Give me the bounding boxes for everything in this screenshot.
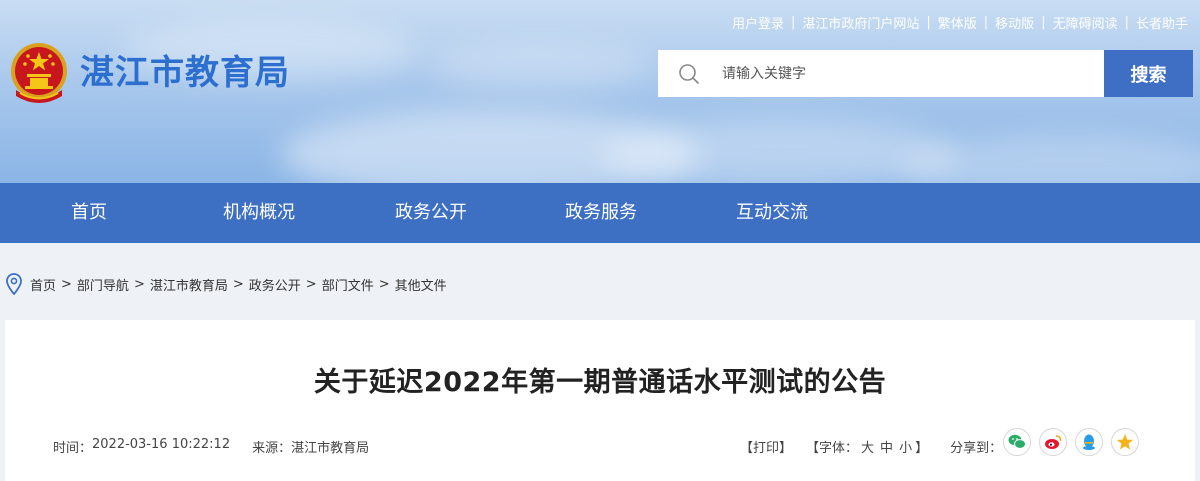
share-label: 分享到：: [950, 441, 1003, 456]
qzone-icon[interactable]: [1111, 428, 1139, 456]
article-panel: 关于延迟2022年第一期普通话水平测试的公告 时间： 2022-03-16 10…: [5, 320, 1195, 481]
elder-assistant-link[interactable]: 长者助手: [1136, 13, 1188, 32]
font-size-large-button[interactable]: 大: [861, 437, 874, 456]
mobile-version-link[interactable]: 移动版: [995, 13, 1034, 32]
login-link[interactable]: 用户登录: [732, 13, 784, 32]
nav-item-gov-services[interactable]: 政务服务: [565, 183, 637, 243]
font-size-small-button[interactable]: 小: [899, 437, 912, 456]
nav-item-organization[interactable]: 机构概况: [223, 183, 295, 243]
qq-icon[interactable]: [1075, 428, 1103, 456]
main-nav: 首页 机构概况 政务公开 政务服务 互动交流: [0, 183, 1200, 243]
publish-time: 2022-03-16 10:22:12: [92, 437, 231, 452]
national-emblem-logo: [11, 43, 67, 103]
font-size-label-close: 】: [915, 441, 929, 456]
search-input[interactable]: [722, 53, 1082, 94]
font-size-label: 【字体：: [806, 441, 859, 456]
site-title[interactable]: 湛江市教育局: [80, 45, 290, 94]
header-banner: 用户登录 | 湛江市政府门户网站 | 繁体版 | 移动版 | 无障碍阅读 | 长…: [0, 0, 1200, 183]
breadcrumb-dept-files[interactable]: 部门文件: [322, 275, 374, 294]
print-button[interactable]: 【打印】: [740, 437, 792, 456]
nav-item-home[interactable]: 首页: [71, 183, 107, 243]
article-meta: 时间： 2022-03-16 10:22:12 来源： 湛江市教育局: [53, 437, 369, 456]
breadcrumb-bar: 首页 > 部门导航 > 湛江市教育局 > 政务公开 > 部门文件 > 其他文件: [0, 243, 1200, 320]
share-icons: [1003, 428, 1139, 456]
breadcrumb-other-files[interactable]: 其他文件: [395, 275, 447, 294]
traditional-chinese-link[interactable]: 繁体版: [938, 13, 977, 32]
nav-item-interaction[interactable]: 互动交流: [736, 183, 808, 243]
breadcrumb-education-bureau[interactable]: 湛江市教育局: [150, 275, 228, 294]
article-title: 关于延迟2022年第一期普通话水平测试的公告: [313, 367, 887, 398]
search-icon: [679, 63, 700, 84]
font-size-medium-button[interactable]: 中: [880, 437, 893, 456]
wechat-icon[interactable]: [1003, 428, 1031, 456]
source-value: 湛江市教育局: [291, 441, 370, 456]
breadcrumb-gov-affairs-open[interactable]: 政务公开: [249, 275, 301, 294]
source-label: 来源：: [252, 441, 292, 456]
top-links: 用户登录 | 湛江市政府门户网站 | 繁体版 | 移动版 | 无障碍阅读 | 长…: [731, 13, 1188, 32]
time-label: 时间：: [53, 441, 93, 456]
search-button[interactable]: 搜索: [1104, 50, 1193, 97]
article-tools: 【打印】 【字体： 大 中 小 】 分享到：: [740, 437, 1002, 456]
gov-portal-link[interactable]: 湛江市政府门户网站: [802, 13, 919, 32]
weibo-icon[interactable]: [1039, 428, 1067, 456]
location-pin-icon: [6, 273, 22, 295]
search-box: [658, 50, 1104, 97]
breadcrumb: 首页 > 部门导航 > 湛江市教育局 > 政务公开 > 部门文件 > 其他文件: [6, 273, 447, 295]
nav-item-gov-affairs-open[interactable]: 政务公开: [395, 183, 467, 243]
breadcrumb-home[interactable]: 首页: [30, 275, 56, 294]
accessibility-link[interactable]: 无障碍阅读: [1053, 13, 1118, 32]
breadcrumb-dept-nav[interactable]: 部门导航: [77, 275, 129, 294]
